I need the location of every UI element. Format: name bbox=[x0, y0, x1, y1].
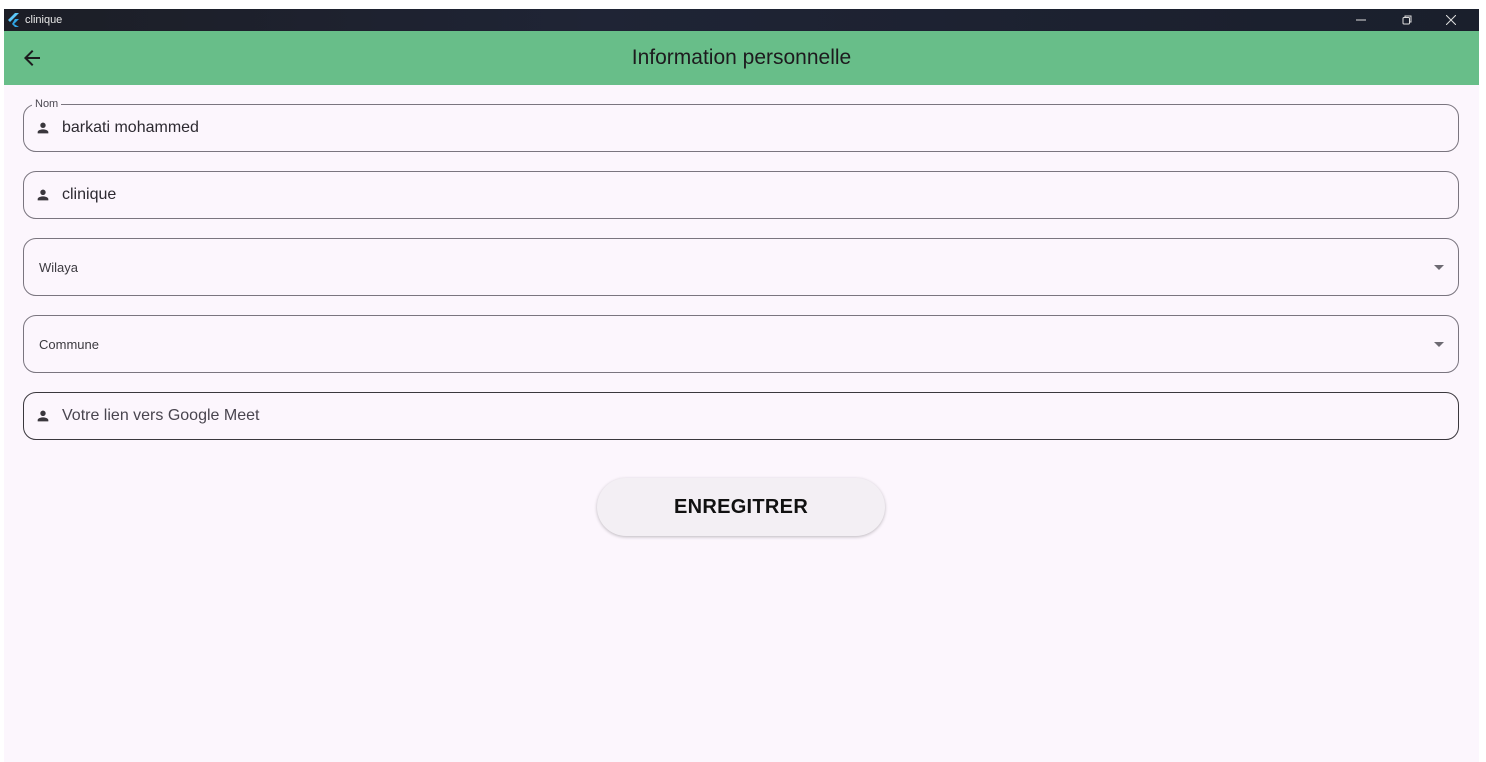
name-field[interactable]: Nom barkati mohammed bbox=[23, 97, 1459, 152]
page-title: Information personnelle bbox=[631, 46, 852, 69]
name-value: barkati mohammed bbox=[62, 119, 199, 136]
window-titlebar: clinique bbox=[4, 9, 1479, 31]
dropdown-arrow-icon bbox=[1434, 342, 1444, 347]
restore-icon bbox=[1402, 15, 1412, 25]
commune-label: Commune bbox=[39, 337, 99, 352]
clinique-field[interactable]: clinique bbox=[23, 171, 1459, 219]
meet-link-placeholder: Votre lien vers Google Meet bbox=[62, 407, 260, 424]
app-window: clinique Information personnelle Nom bar… bbox=[4, 9, 1479, 762]
person-icon bbox=[37, 122, 49, 134]
flutter-logo-icon bbox=[8, 13, 19, 27]
person-icon bbox=[37, 410, 49, 422]
dropdown-arrow-icon bbox=[1434, 265, 1444, 270]
restore-button[interactable] bbox=[1387, 9, 1427, 31]
window-title: clinique bbox=[25, 14, 63, 26]
person-icon bbox=[37, 189, 49, 201]
save-button[interactable]: ENREGITRER bbox=[597, 478, 885, 536]
wilaya-dropdown[interactable]: Wilaya bbox=[23, 238, 1459, 296]
minimize-button[interactable] bbox=[1341, 9, 1381, 31]
wilaya-label: Wilaya bbox=[39, 260, 79, 275]
name-field-label: Nom bbox=[32, 97, 62, 111]
commune-dropdown[interactable]: Commune bbox=[23, 315, 1459, 373]
clinique-value: clinique bbox=[62, 186, 117, 203]
meet-link-field[interactable]: Votre lien vers Google Meet bbox=[23, 392, 1459, 440]
close-icon bbox=[1446, 15, 1456, 25]
app-bar: Information personnelle bbox=[4, 31, 1479, 85]
close-button[interactable] bbox=[1431, 9, 1471, 31]
minimize-icon bbox=[1356, 19, 1366, 21]
